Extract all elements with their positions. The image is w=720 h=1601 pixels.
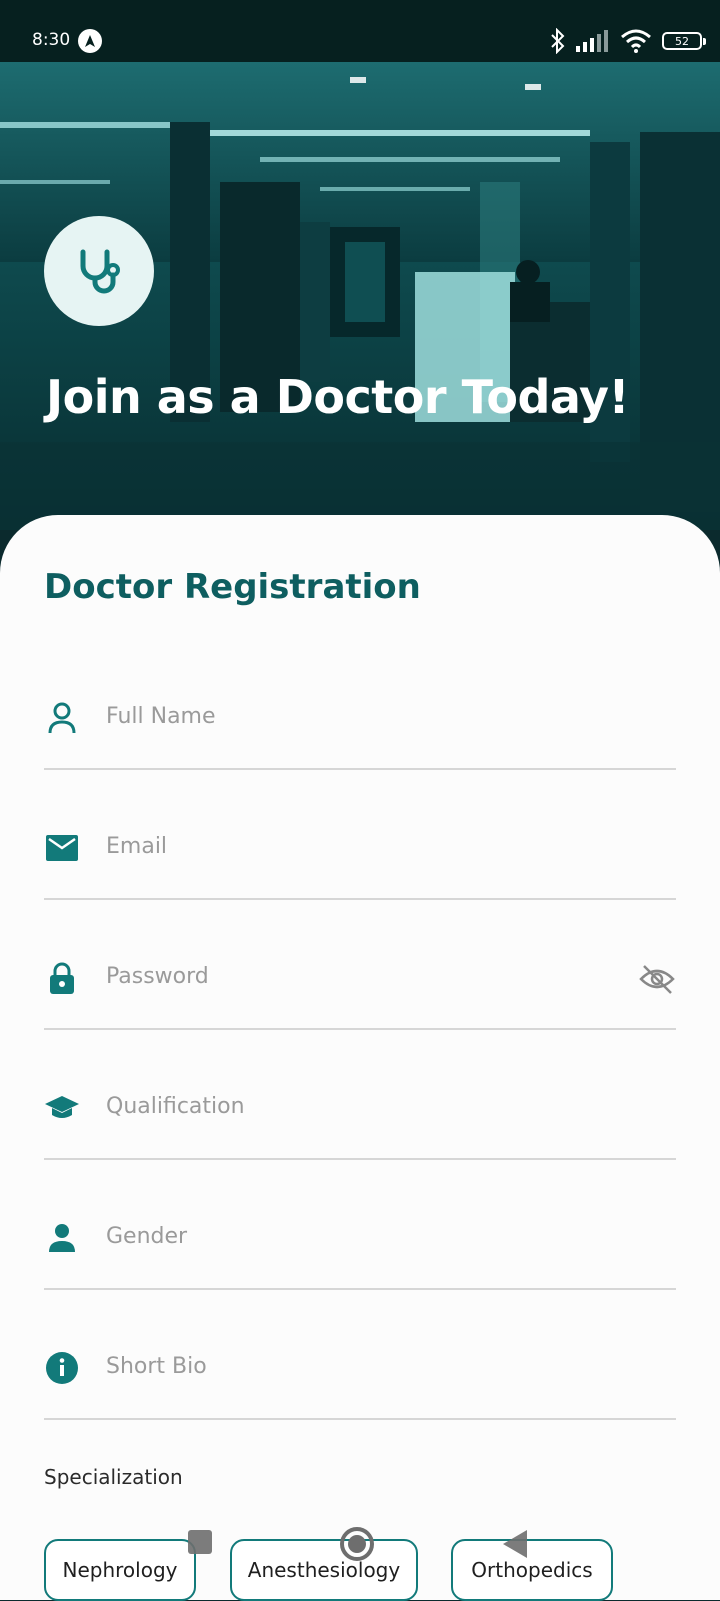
back-button[interactable] [503, 1530, 527, 1558]
password-placeholder: Password [106, 964, 209, 989]
status-icons: 52 [550, 24, 706, 58]
battery-indicator: 52 [662, 32, 706, 50]
hero-banner: Join as a Doctor Today! [0, 62, 720, 530]
qualification-field[interactable]: Qualification [44, 1030, 676, 1160]
lock-icon [44, 960, 80, 996]
form-title: Doctor Registration [44, 567, 421, 607]
status-bar: 8:30 52 [0, 0, 720, 62]
hero-title: Join as a Doctor Today! [46, 370, 629, 424]
short-bio-placeholder: Short Bio [106, 1354, 207, 1379]
app-logo [44, 216, 154, 326]
email-field[interactable]: Email [44, 770, 676, 900]
mail-icon [44, 830, 80, 866]
password-field[interactable]: Password [44, 900, 676, 1030]
gender-field[interactable]: Gender [44, 1160, 676, 1290]
info-icon [44, 1350, 80, 1386]
navigation-arrow-icon [78, 29, 102, 53]
registration-sheet: Doctor Registration Full Name Email Pass… [0, 515, 720, 1601]
person-icon [44, 1220, 80, 1256]
person-outline-icon [44, 700, 80, 736]
divider [44, 1418, 676, 1420]
status-time: 8:30 [32, 30, 71, 50]
specialization-label: Specialization [44, 1465, 183, 1489]
battery-level: 52 [675, 34, 689, 48]
bluetooth-icon [551, 28, 565, 54]
signal-icon [576, 30, 608, 52]
qualification-placeholder: Qualification [106, 1094, 245, 1119]
email-placeholder: Email [106, 834, 168, 859]
visibility-off-icon[interactable] [638, 960, 676, 998]
graduation-cap-icon [44, 1090, 80, 1126]
full-name-placeholder: Full Name [106, 704, 216, 729]
wifi-icon [621, 29, 651, 53]
recent-apps-button[interactable] [188, 1530, 212, 1554]
full-name-field[interactable]: Full Name [44, 640, 676, 770]
short-bio-field[interactable]: Short Bio [44, 1290, 676, 1420]
stethoscope-icon [80, 249, 120, 294]
gender-placeholder: Gender [106, 1224, 188, 1249]
home-button[interactable] [340, 1527, 374, 1561]
system-navigation-bar [188, 1527, 527, 1561]
